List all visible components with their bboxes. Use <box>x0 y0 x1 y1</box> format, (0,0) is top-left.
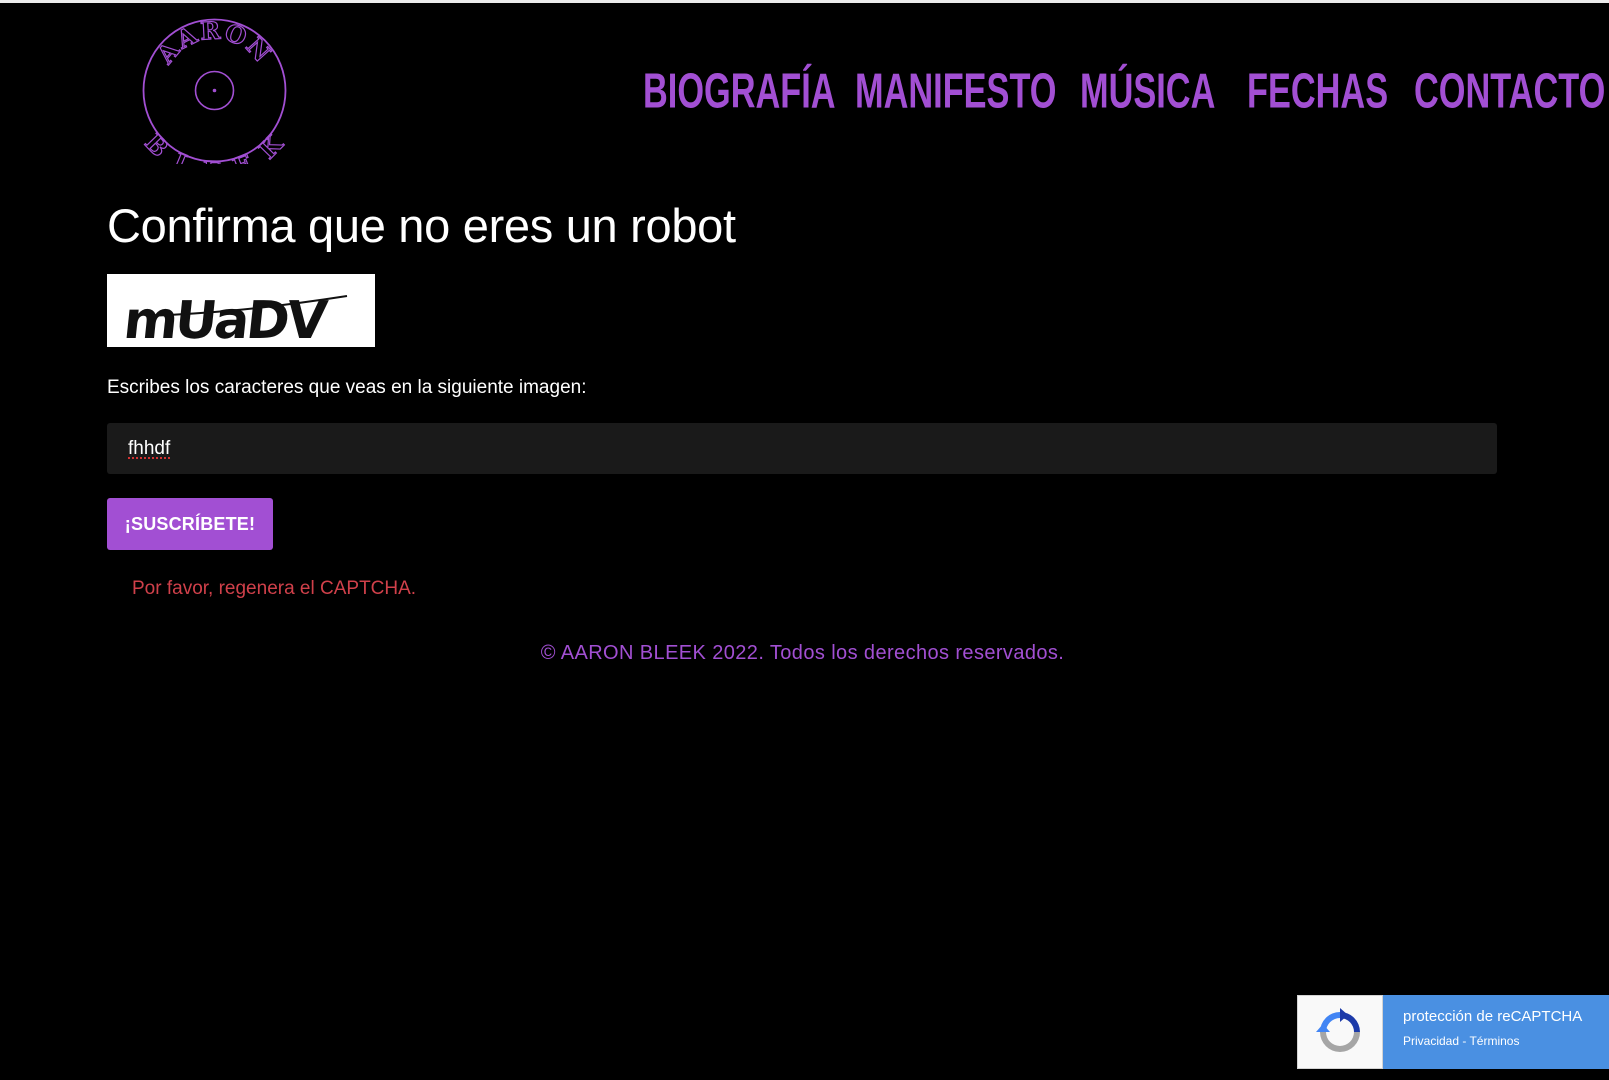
svg-text:mUaDV: mUaDV <box>121 291 331 347</box>
error-message: Por favor, regenera el CAPTCHA. <box>132 578 417 599</box>
recaptcha-badge[interactable]: protección de reCAPTCHA Privacidad - Tér… <box>1297 995 1609 1069</box>
recaptcha-title: protección de reCAPTCHA <box>1403 1008 1583 1025</box>
captcha-prompt: Escribes los caracteres que veas en la s… <box>107 377 587 398</box>
svg-text:BLEEK: BLEEK <box>141 128 288 164</box>
logo-text-top: AARON <box>150 17 277 70</box>
recaptcha-links[interactable]: Privacidad - Términos <box>1403 1034 1609 1048</box>
nav-item-manifesto[interactable]: MANIFESTO <box>855 62 1056 122</box>
nav-item-fechas[interactable]: FECHAS <box>1247 62 1388 122</box>
captcha-input[interactable] <box>107 423 1497 474</box>
footer-copyright: © AARON BLEEK 2022. Todos los derechos r… <box>540 642 1065 664</box>
site-logo[interactable]: AARON BLEEK <box>141 17 288 164</box>
main-nav: BIOGRAFÍA MANIFESTO MÚSICA FECHAS CONTAC… <box>643 62 1605 122</box>
svg-text:AARON: AARON <box>150 17 278 70</box>
captcha-image: mUaDV <box>107 274 375 347</box>
logo-text-bottom: BLEEK <box>141 127 288 164</box>
nav-item-contacto[interactable]: CONTACTO <box>1414 62 1605 122</box>
nav-item-musica[interactable]: MÚSICA <box>1080 62 1215 122</box>
subscribe-button[interactable]: ¡SUSCRÍBETE! <box>107 498 273 550</box>
page-title: Confirma que no eres un robot <box>107 199 736 252</box>
nav-item-biografia[interactable]: BIOGRAFÍA <box>643 62 836 122</box>
recaptcha-icon <box>1297 995 1383 1069</box>
recaptcha-info: protección de reCAPTCHA Privacidad - Tér… <box>1383 995 1609 1069</box>
top-border <box>0 0 1609 3</box>
